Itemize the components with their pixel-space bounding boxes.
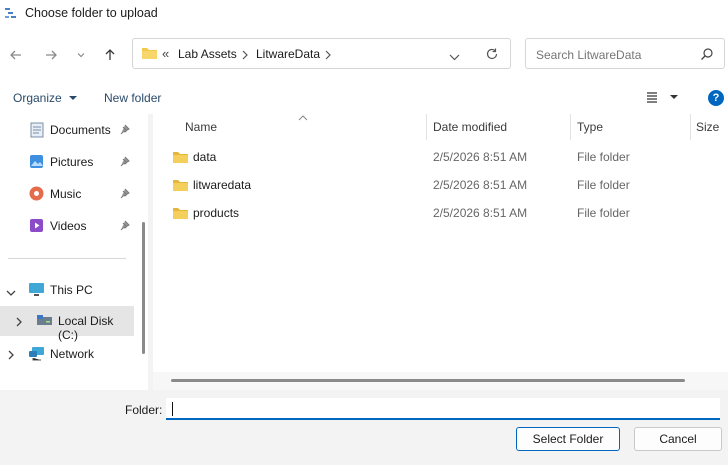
file-row-litwaredata[interactable]: litwaredata 2/5/2026 8:51 AM File folder	[153, 171, 728, 199]
address-overflow[interactable]: «	[162, 46, 169, 61]
sidebar-item-music[interactable]: Music	[0, 179, 140, 209]
folder-icon	[172, 150, 189, 167]
sidebar-item-network[interactable]: Network	[0, 339, 140, 369]
column-divider[interactable]	[426, 114, 427, 140]
breadcrumb-litwaredata[interactable]: LitwareData	[256, 47, 320, 61]
folder-name-input[interactable]	[166, 398, 720, 420]
column-divider[interactable]	[690, 114, 691, 140]
address-bar[interactable]: « Lab Assets LitwareData	[132, 38, 511, 69]
drive-icon	[36, 314, 53, 330]
sidebar-item-local-disk[interactable]: Local Disk (C:)	[0, 306, 134, 342]
new-folder-button[interactable]: New folder	[104, 91, 161, 105]
horizontal-scrollbar-track	[153, 372, 728, 390]
address-history-dropdown[interactable]	[449, 50, 460, 64]
file-list: Name Date modified Type Size data 2/5/20…	[153, 114, 728, 390]
title-bar: Choose folder to upload	[0, 0, 728, 28]
music-icon	[29, 186, 44, 204]
sidebar-item-label: Pictures	[50, 155, 94, 169]
column-header-name[interactable]: Name	[185, 114, 217, 140]
view-options-button[interactable]	[645, 90, 679, 104]
file-row-products[interactable]: products 2/5/2026 8:51 AM File folder	[153, 199, 728, 227]
sidebar-item-label: Local Disk (C:)	[58, 314, 114, 342]
sidebar-item-pictures[interactable]: Pictures	[0, 147, 140, 177]
sidebar-item-documents[interactable]: Documents	[0, 115, 140, 145]
help-icon[interactable]: ?	[708, 90, 724, 106]
text-cursor	[172, 402, 173, 416]
folder-field-label: Folder:	[125, 403, 163, 417]
command-bar: Organize New folder ?	[0, 84, 728, 114]
chevron-down-icon	[68, 96, 77, 100]
pictures-icon	[29, 154, 44, 172]
up-button[interactable]	[99, 44, 121, 66]
search-input[interactable]	[534, 45, 698, 64]
column-header-date-modified[interactable]: Date modified	[433, 114, 507, 140]
column-header-size[interactable]: Size	[696, 114, 719, 140]
column-header-type[interactable]: Type	[577, 114, 603, 140]
file-name: data	[193, 150, 217, 164]
refresh-icon[interactable]	[485, 47, 499, 64]
computer-icon	[28, 282, 45, 300]
videos-icon	[29, 218, 44, 236]
sidebar-item-label: This PC	[50, 283, 93, 297]
network-icon	[28, 346, 45, 364]
navigation-bar: « Lab Assets LitwareData	[0, 28, 728, 84]
select-folder-button[interactable]: Select Folder	[516, 427, 620, 451]
dialog-footer: Folder: Select Folder Cancel	[0, 390, 728, 465]
app-icon	[4, 5, 20, 21]
file-type: File folder	[577, 206, 630, 220]
column-divider[interactable]	[570, 114, 571, 140]
pin-icon[interactable]	[119, 156, 130, 170]
sidebar-item-videos[interactable]: Videos	[0, 211, 140, 241]
sort-ascending-icon	[298, 111, 308, 125]
recent-locations-button[interactable]	[70, 44, 92, 66]
pin-icon[interactable]	[119, 188, 130, 202]
navigation-pane-scrollbar[interactable]	[142, 222, 145, 354]
file-date-modified: 2/5/2026 8:51 AM	[433, 150, 528, 164]
sidebar-item-label: Videos	[50, 219, 87, 233]
sidebar-item-label: Music	[50, 187, 82, 201]
folder-icon	[172, 206, 189, 223]
sidebar-item-this-pc[interactable]: This PC	[0, 275, 140, 305]
breadcrumb-lab-assets[interactable]: Lab Assets	[178, 47, 237, 61]
horizontal-scrollbar-thumb[interactable]	[171, 379, 685, 382]
file-date-modified: 2/5/2026 8:51 AM	[433, 178, 528, 192]
navigation-pane: Documents Pictures Music Videos This PC …	[0, 114, 148, 390]
back-button[interactable]	[5, 44, 27, 66]
file-name: litwaredata	[193, 178, 252, 192]
expand-chevron-right-icon[interactable]	[7, 349, 15, 363]
forward-button[interactable]	[40, 44, 62, 66]
organize-button[interactable]: Organize	[13, 91, 78, 105]
search-box[interactable]	[525, 38, 725, 69]
cancel-button[interactable]: Cancel	[634, 427, 722, 451]
breadcrumb-separator-icon	[324, 49, 332, 63]
pin-icon[interactable]	[119, 124, 130, 138]
expand-chevron-right-icon[interactable]	[15, 316, 23, 330]
file-type: File folder	[577, 150, 630, 164]
organize-label: Organize	[13, 91, 62, 105]
sidebar-item-label: Network	[50, 347, 95, 361]
sidebar-divider	[8, 258, 126, 259]
list-view-icon	[647, 92, 657, 103]
file-type: File folder	[577, 178, 630, 192]
chevron-down-icon	[670, 95, 678, 99]
documents-icon	[30, 122, 44, 141]
folder-icon	[141, 46, 158, 63]
pin-icon[interactable]	[119, 220, 130, 234]
window-title: Choose folder to upload	[25, 6, 158, 20]
file-row-data[interactable]: data 2/5/2026 8:51 AM File folder	[153, 143, 728, 171]
breadcrumb-separator-icon	[241, 49, 249, 63]
expand-chevron-down-icon[interactable]	[6, 286, 16, 300]
search-icon[interactable]	[700, 47, 714, 64]
folder-icon	[172, 178, 189, 195]
file-name: products	[193, 206, 240, 220]
sidebar-item-label: Documents	[50, 123, 111, 137]
file-date-modified: 2/5/2026 8:51 AM	[433, 206, 528, 220]
